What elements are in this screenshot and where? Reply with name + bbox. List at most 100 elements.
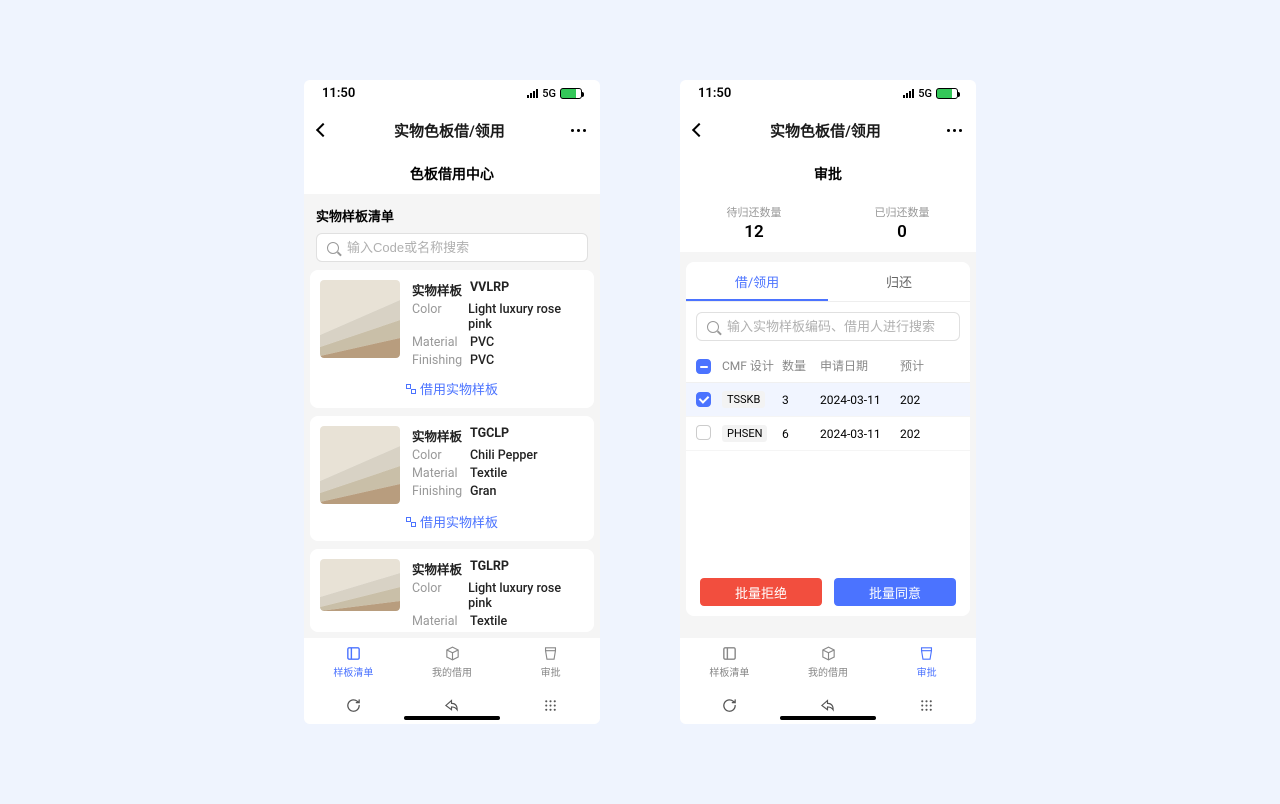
tab-list[interactable]: 样板清单: [680, 638, 779, 686]
row-checkbox[interactable]: [696, 425, 711, 440]
phone-list-screen: 11:50 5G 实物色板借/领用 色板借用中心 实物样板清单 实物样板VVLR…: [304, 80, 600, 724]
field-value-code: VVLRP: [470, 280, 509, 299]
network-label: 5G: [542, 87, 556, 100]
tab-approval[interactable]: 审批: [501, 638, 600, 686]
status-right: 5G: [527, 87, 582, 100]
approval-search-box[interactable]: [696, 312, 960, 341]
page-subtitle: 色板借用中心: [304, 154, 600, 194]
borrow-action[interactable]: 借用实物样板: [320, 512, 584, 531]
row-checkbox[interactable]: [696, 392, 711, 407]
sample-card[interactable]: 实物样板TGCLP ColorChili Pepper MaterialText…: [310, 416, 594, 541]
tab-mine[interactable]: 我的借用: [779, 638, 878, 686]
nav-title: 实物色板借/领用: [394, 120, 505, 141]
signal-icon: [527, 89, 538, 98]
network-label: 5G: [918, 87, 932, 100]
tab-approval[interactable]: 审批: [877, 638, 976, 686]
search-input[interactable]: [347, 240, 577, 255]
row-date: 2024-03-11: [820, 393, 900, 407]
tab-borrow[interactable]: 借/领用: [686, 262, 828, 301]
field-value-finishing: PVC: [470, 353, 494, 368]
tab-mine[interactable]: 我的借用: [403, 638, 502, 686]
tab-list[interactable]: 样板清单: [304, 638, 403, 686]
row-qty: 6: [782, 427, 820, 441]
table-row[interactable]: TSSKB 3 2024-03-11 202: [686, 383, 970, 417]
field-value-color: Light luxury rose pink: [468, 302, 584, 332]
grid-icon[interactable]: [542, 697, 559, 714]
grid-icon[interactable]: [918, 697, 935, 714]
stat-pending-label: 待归还数量: [680, 204, 828, 220]
table-row[interactable]: PHSEN 6 2024-03-11 202: [686, 417, 970, 451]
more-button[interactable]: [571, 129, 586, 132]
row-design-chip: TSSKB: [722, 391, 765, 408]
qr-icon: [406, 384, 416, 394]
navbar: 实物色板借/领用: [680, 106, 976, 154]
field-label-finishing: Finishing: [412, 353, 470, 368]
refresh-icon[interactable]: [345, 697, 362, 714]
select-all-checkbox[interactable]: [696, 359, 711, 374]
share-icon[interactable]: [819, 697, 836, 714]
search-box[interactable]: [316, 233, 588, 262]
field-value-color: Chili Pepper: [470, 448, 538, 463]
row-date: 2024-03-11: [820, 427, 900, 441]
stat-pending-value: 12: [680, 222, 828, 242]
tab-approval-label: 审批: [917, 664, 937, 679]
section-title: 实物样板清单: [304, 194, 600, 233]
field-value-color: Light luxury rose pink: [468, 581, 584, 611]
share-icon[interactable]: [443, 697, 460, 714]
tab-mine-label: 我的借用: [432, 664, 472, 679]
status-bar: 11:50 5G: [680, 80, 976, 106]
batch-approve-button[interactable]: 批量同意: [834, 578, 956, 606]
home-indicator: [404, 716, 500, 720]
field-label-material: Material: [412, 466, 470, 481]
sample-card[interactable]: 实物样板VVLRP ColorLight luxury rose pink Ma…: [310, 270, 594, 408]
approval-tabs: 借/领用 归还: [686, 262, 970, 302]
back-button[interactable]: [318, 125, 328, 135]
qr-icon: [406, 517, 416, 527]
approval-icon: [918, 645, 935, 662]
status-bar: 11:50 5G: [304, 80, 600, 106]
approval-table: CMF 设计 数量 申请日期 预计 TSSKB 3 2024-03-11 202…: [686, 349, 970, 451]
field-label-material: Material: [412, 335, 470, 350]
field-label-color: Color: [412, 302, 468, 332]
borrow-action[interactable]: 借用实物样板: [320, 379, 584, 398]
field-value-code: TGLRP: [470, 559, 509, 578]
col-header-design: CMF 设计: [722, 357, 782, 374]
sample-thumbnail: [320, 280, 400, 358]
col-header-expect: 预计: [900, 357, 960, 374]
chevron-left-icon: [316, 123, 330, 137]
battery-icon: [560, 88, 582, 99]
signal-icon: [903, 89, 914, 98]
more-button[interactable]: [947, 129, 962, 132]
approval-content: 借/领用 归还 CMF 设计 数量 申请日期 预计 TSSKB 3: [680, 252, 976, 638]
nav-title: 实物色板借/领用: [770, 120, 881, 141]
field-label-color: Color: [412, 448, 470, 463]
status-time: 11:50: [322, 86, 355, 101]
stat-returned-label: 已归还数量: [828, 204, 976, 220]
batch-reject-button[interactable]: 批量拒绝: [700, 578, 822, 606]
tab-return[interactable]: 归还: [828, 262, 970, 301]
chevron-left-icon: [692, 123, 706, 137]
approval-search-input[interactable]: [727, 319, 949, 334]
search-icon: [327, 242, 339, 254]
tab-approval-label: 审批: [541, 664, 561, 679]
tabbar: 样板清单 我的借用 审批: [680, 638, 976, 686]
field-label-color: Color: [412, 581, 468, 611]
field-label-finishing: Finishing: [412, 484, 470, 499]
field-label-code: 实物样板: [412, 280, 470, 299]
batch-action-bar: 批量拒绝 批量同意: [700, 578, 956, 606]
field-value-code: TGCLP: [470, 426, 509, 445]
back-button[interactable]: [694, 125, 704, 135]
search-icon: [707, 321, 719, 333]
sample-card[interactable]: 实物样板TGLRP ColorLight luxury rose pink Ma…: [310, 549, 594, 632]
stat-returned: 已归还数量 0: [828, 204, 976, 242]
tab-list-label: 样板清单: [709, 664, 749, 679]
list-icon: [345, 645, 362, 662]
row-expect: 202: [900, 427, 960, 441]
refresh-icon[interactable]: [721, 697, 738, 714]
box-icon: [444, 645, 461, 662]
list-icon: [721, 645, 738, 662]
page-subtitle: 审批: [680, 154, 976, 194]
tab-mine-label: 我的借用: [808, 664, 848, 679]
tab-list-label: 样板清单: [333, 664, 373, 679]
field-label-code: 实物样板: [412, 559, 470, 578]
